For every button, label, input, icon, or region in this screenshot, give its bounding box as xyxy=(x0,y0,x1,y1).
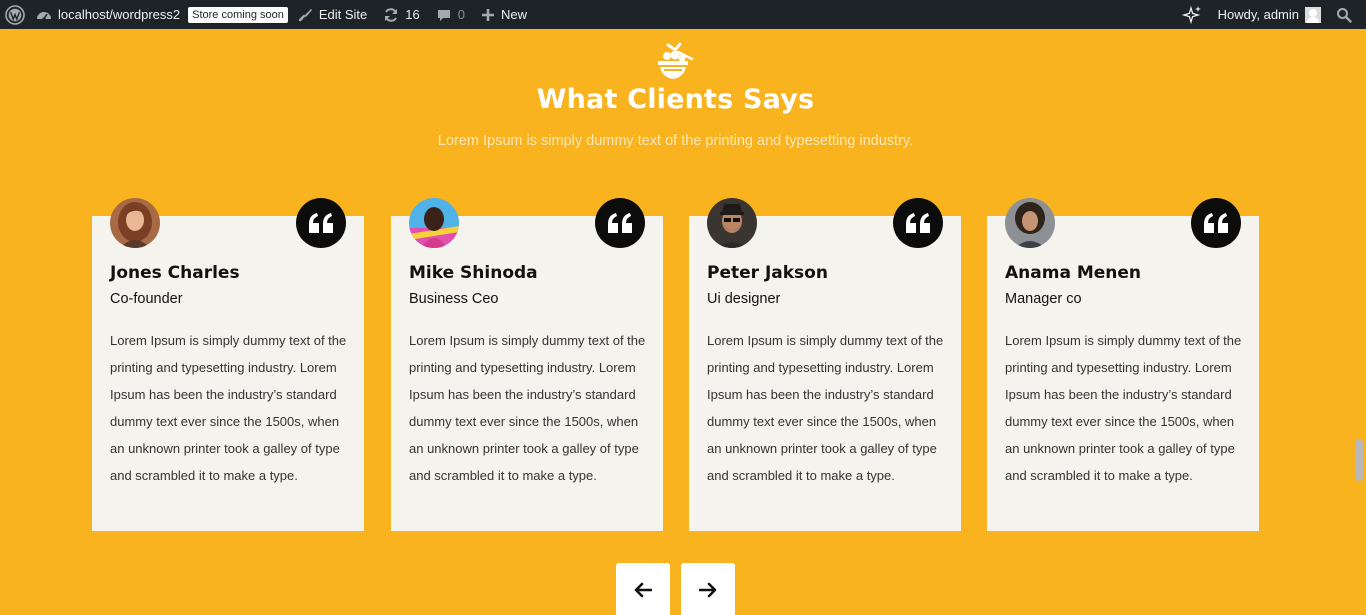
client-avatar xyxy=(1005,198,1055,248)
testimonial-text: Lorem Ipsum is simply dummy text of the … xyxy=(1005,333,1242,483)
next-slide-button[interactable] xyxy=(681,563,735,615)
testimonial-text: Lorem Ipsum is simply dummy text of the … xyxy=(110,333,347,483)
client-role: Ui designer xyxy=(707,291,781,307)
dashboard-icon xyxy=(37,11,51,21)
quote-icon xyxy=(296,198,346,248)
plus-icon xyxy=(481,8,494,21)
site-url: localhost/wordpress2 xyxy=(58,7,181,22)
search-icon xyxy=(1337,7,1352,23)
client-avatar xyxy=(409,198,459,248)
client-avatar xyxy=(707,198,757,248)
avatar-icon xyxy=(1305,6,1321,23)
testimonial-card: Peter Jakson Ui designer Lorem Ipsum is … xyxy=(689,198,961,531)
updates-count: 16 xyxy=(405,7,420,22)
updates-link[interactable]: 16 xyxy=(374,0,426,29)
arrow-right-icon xyxy=(699,582,717,598)
my-account-link[interactable]: Howdy, admin xyxy=(1211,0,1329,29)
client-avatar xyxy=(110,198,160,248)
scrollbar-thumb[interactable] xyxy=(1355,439,1363,481)
page-scrollbar[interactable] xyxy=(1351,29,1366,615)
ai-assistant-button[interactable] xyxy=(1175,0,1211,29)
site-name-link[interactable]: localhost/wordpress2 xyxy=(33,0,187,29)
new-label: New xyxy=(500,7,527,22)
comment-icon xyxy=(437,9,450,21)
testimonial-text: Lorem Ipsum is simply dummy text of the … xyxy=(707,333,944,483)
client-role: Manager co xyxy=(1005,291,1082,307)
client-name: Mike Shinoda xyxy=(409,263,538,283)
quote-icon xyxy=(595,198,645,248)
client-name: Anama Menen xyxy=(1005,263,1142,283)
client-role: Co-founder xyxy=(110,291,183,307)
previous-slide-button[interactable] xyxy=(616,563,670,615)
admin-bar: localhost/wordpress2 Store coming soon E… xyxy=(0,0,1366,29)
admin-search-button[interactable] xyxy=(1329,0,1366,29)
client-name: Peter Jakson xyxy=(707,263,828,283)
client-name: Jones Charles xyxy=(110,263,240,283)
new-content-link[interactable]: New xyxy=(472,0,534,29)
wordpress-icon xyxy=(5,4,25,25)
edit-site-label: Edit Site xyxy=(318,7,368,22)
edit-site-link[interactable]: Edit Site xyxy=(288,0,374,29)
howdy-label: Howdy, admin xyxy=(1217,7,1299,22)
testimonial-card: Anama Menen Manager co Lorem Ipsum is si… xyxy=(987,198,1259,531)
store-status-badge[interactable]: Store coming soon xyxy=(188,6,288,23)
comments-count: 0 xyxy=(457,7,465,22)
testimonial-text: Lorem Ipsum is simply dummy text of the … xyxy=(409,333,646,483)
updates-icon xyxy=(385,7,398,22)
comments-link[interactable]: 0 xyxy=(427,0,472,29)
testimonial-card: Jones Charles Co-founder Lorem Ipsum is … xyxy=(92,198,364,531)
wordpress-logo-button[interactable] xyxy=(0,0,33,29)
quote-icon xyxy=(1191,198,1241,248)
client-role: Business Ceo xyxy=(409,291,499,307)
quote-icon xyxy=(893,198,943,248)
food-bowl-icon xyxy=(658,42,694,79)
testimonial-card: Mike Shinoda Business Ceo Lorem Ipsum is… xyxy=(391,198,663,531)
arrow-left-icon xyxy=(634,582,652,598)
sparkle-icon xyxy=(1181,5,1201,24)
brush-icon xyxy=(298,8,312,21)
section-title: What Clients Says xyxy=(536,84,815,115)
section-subtitle: Lorem Ipsum is simply dummy text of the … xyxy=(437,133,914,149)
